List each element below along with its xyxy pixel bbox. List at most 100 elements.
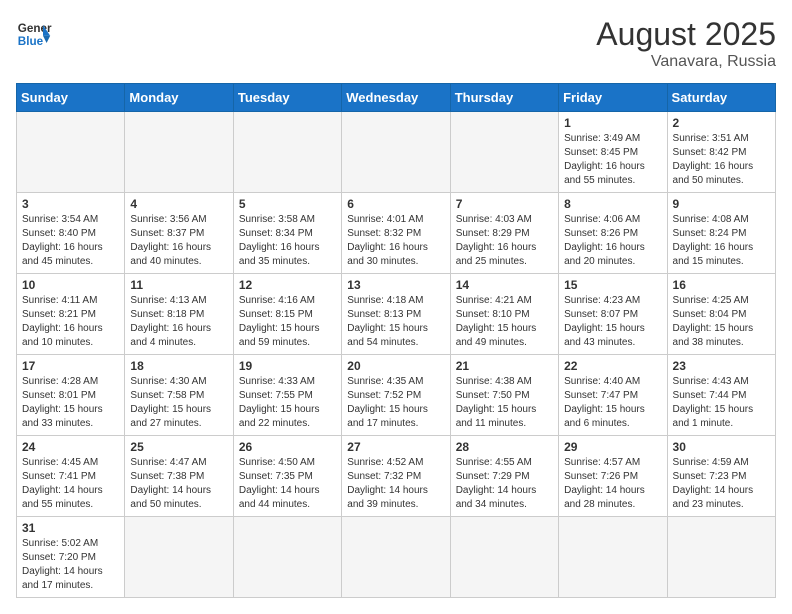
day-info: Sunrise: 3:58 AM Sunset: 8:34 PM Dayligh… bbox=[239, 213, 336, 269]
calendar-cell: 21Sunrise: 4:38 AM Sunset: 7:50 PM Dayli… bbox=[450, 355, 558, 436]
day-info: Sunrise: 4:06 AM Sunset: 8:26 PM Dayligh… bbox=[564, 213, 661, 269]
weekday-header-wednesday: Wednesday bbox=[342, 84, 450, 112]
calendar-cell: 6Sunrise: 4:01 AM Sunset: 8:32 PM Daylig… bbox=[342, 193, 450, 274]
day-info: Sunrise: 4:11 AM Sunset: 8:21 PM Dayligh… bbox=[22, 294, 119, 350]
day-number: 29 bbox=[564, 440, 661, 454]
day-number: 11 bbox=[130, 278, 227, 292]
calendar-title: August 2025 bbox=[596, 16, 776, 53]
logo-icon: General Blue bbox=[16, 16, 52, 52]
calendar-cell bbox=[450, 517, 558, 598]
weekday-header-friday: Friday bbox=[559, 84, 667, 112]
day-number: 14 bbox=[456, 278, 553, 292]
calendar-cell: 7 Sunrise: 4:03 AM Sunset: 8:29 PM Daylig… bbox=[450, 193, 558, 274]
calendar-cell bbox=[125, 517, 233, 598]
calendar-cell: 9 Sunrise: 4:08 AM Sunset: 8:24 PM Daylig… bbox=[667, 193, 775, 274]
day-number: 10 bbox=[22, 278, 119, 292]
day-info: Sunrise: 4:13 AM Sunset: 8:18 PM Dayligh… bbox=[130, 294, 227, 350]
day-number: 8 bbox=[564, 197, 661, 211]
calendar-cell bbox=[342, 112, 450, 193]
day-info: Sunrise: 4:28 AM Sunset: 8:01 PM Dayligh… bbox=[22, 375, 119, 431]
calendar-cell: 27Sunrise: 4:52 AM Sunset: 7:32 PM Dayli… bbox=[342, 436, 450, 517]
week-row-5: 24 Sunrise: 4:45 AM Sunset: 7:41 PM Dayli… bbox=[17, 436, 776, 517]
calendar-cell: 29Sunrise: 4:57 AM Sunset: 7:26 PM Dayli… bbox=[559, 436, 667, 517]
day-info: Sunrise: 4:55 AM Sunset: 7:29 PM Dayligh… bbox=[456, 456, 553, 512]
day-info: Sunrise: 5:02 AM Sunset: 7:20 PM Dayligh… bbox=[22, 537, 119, 593]
weekday-header-saturday: Saturday bbox=[667, 84, 775, 112]
day-info: Sunrise: 4:23 AM Sunset: 8:07 PM Dayligh… bbox=[564, 294, 661, 350]
day-number: 25 bbox=[130, 440, 227, 454]
day-info: Sunrise: 4:59 AM Sunset: 7:23 PM Dayligh… bbox=[673, 456, 770, 512]
calendar-cell bbox=[559, 517, 667, 598]
day-info: Sunrise: 4:33 AM Sunset: 7:55 PM Dayligh… bbox=[239, 375, 336, 431]
calendar-cell bbox=[233, 517, 341, 598]
day-number: 24 bbox=[22, 440, 119, 454]
svg-text:Blue: Blue bbox=[18, 35, 44, 48]
day-info: Sunrise: 3:49 AM Sunset: 8:45 PM Dayligh… bbox=[564, 132, 661, 188]
calendar-cell: 3Sunrise: 3:54 AM Sunset: 8:40 PM Daylig… bbox=[17, 193, 125, 274]
day-number: 17 bbox=[22, 359, 119, 373]
day-number: 5 bbox=[239, 197, 336, 211]
calendar-cell: 19 Sunrise: 4:33 AM Sunset: 7:55 PM Dayli… bbox=[233, 355, 341, 436]
day-number: 31 bbox=[22, 521, 119, 535]
calendar-cell: 1Sunrise: 3:49 AM Sunset: 8:45 PM Daylig… bbox=[559, 112, 667, 193]
calendar-cell: 16 Sunrise: 4:25 AM Sunset: 8:04 PM Dayli… bbox=[667, 274, 775, 355]
calendar-cell: 31 Sunrise: 5:02 AM Sunset: 7:20 PM Dayli… bbox=[17, 517, 125, 598]
day-number: 16 bbox=[673, 278, 770, 292]
header: General Blue August 2025 Vanavara, Russi… bbox=[16, 16, 776, 71]
day-number: 2 bbox=[673, 116, 770, 130]
calendar-cell bbox=[450, 112, 558, 193]
day-number: 19 bbox=[239, 359, 336, 373]
day-info: Sunrise: 3:56 AM Sunset: 8:37 PM Dayligh… bbox=[130, 213, 227, 269]
day-number: 6 bbox=[347, 197, 444, 211]
week-row-3: 10 Sunrise: 4:11 AM Sunset: 8:21 PM Dayli… bbox=[17, 274, 776, 355]
calendar-cell: 25 Sunrise: 4:47 AM Sunset: 7:38 PM Dayli… bbox=[125, 436, 233, 517]
weekday-header-sunday: Sunday bbox=[17, 84, 125, 112]
calendar-cell: 10 Sunrise: 4:11 AM Sunset: 8:21 PM Dayli… bbox=[17, 274, 125, 355]
day-info: Sunrise: 4:21 AM Sunset: 8:10 PM Dayligh… bbox=[456, 294, 553, 350]
calendar-cell: 23 Sunrise: 4:43 AM Sunset: 7:44 PM Dayli… bbox=[667, 355, 775, 436]
calendar-cell: 17 Sunrise: 4:28 AM Sunset: 8:01 PM Dayli… bbox=[17, 355, 125, 436]
calendar-cell: 30Sunrise: 4:59 AM Sunset: 7:23 PM Dayli… bbox=[667, 436, 775, 517]
calendar-cell: 5 Sunrise: 3:58 AM Sunset: 8:34 PM Daylig… bbox=[233, 193, 341, 274]
week-row-4: 17 Sunrise: 4:28 AM Sunset: 8:01 PM Dayli… bbox=[17, 355, 776, 436]
calendar-cell: 4 Sunrise: 3:56 AM Sunset: 8:37 PM Daylig… bbox=[125, 193, 233, 274]
calendar-cell: 18Sunrise: 4:30 AM Sunset: 7:58 PM Dayli… bbox=[125, 355, 233, 436]
calendar-cell: 2Sunrise: 3:51 AM Sunset: 8:42 PM Daylig… bbox=[667, 112, 775, 193]
day-info: Sunrise: 4:25 AM Sunset: 8:04 PM Dayligh… bbox=[673, 294, 770, 350]
day-number: 18 bbox=[130, 359, 227, 373]
week-row-2: 3Sunrise: 3:54 AM Sunset: 8:40 PM Daylig… bbox=[17, 193, 776, 274]
day-info: Sunrise: 4:08 AM Sunset: 8:24 PM Dayligh… bbox=[673, 213, 770, 269]
day-info: Sunrise: 4:47 AM Sunset: 7:38 PM Dayligh… bbox=[130, 456, 227, 512]
weekday-header-row: SundayMondayTuesdayWednesdayThursdayFrid… bbox=[17, 84, 776, 112]
calendar-table: SundayMondayTuesdayWednesdayThursdayFrid… bbox=[16, 83, 776, 598]
day-number: 7 bbox=[456, 197, 553, 211]
day-number: 27 bbox=[347, 440, 444, 454]
day-number: 28 bbox=[456, 440, 553, 454]
day-number: 9 bbox=[673, 197, 770, 211]
day-info: Sunrise: 4:40 AM Sunset: 7:47 PM Dayligh… bbox=[564, 375, 661, 431]
calendar-cell: 15Sunrise: 4:23 AM Sunset: 8:07 PM Dayli… bbox=[559, 274, 667, 355]
logo: General Blue bbox=[16, 16, 52, 52]
calendar-cell: 12 Sunrise: 4:16 AM Sunset: 8:15 PM Dayli… bbox=[233, 274, 341, 355]
day-info: Sunrise: 4:38 AM Sunset: 7:50 PM Dayligh… bbox=[456, 375, 553, 431]
day-info: Sunrise: 4:50 AM Sunset: 7:35 PM Dayligh… bbox=[239, 456, 336, 512]
calendar-cell: 28 Sunrise: 4:55 AM Sunset: 7:29 PM Dayli… bbox=[450, 436, 558, 517]
calendar-cell bbox=[17, 112, 125, 193]
day-info: Sunrise: 4:43 AM Sunset: 7:44 PM Dayligh… bbox=[673, 375, 770, 431]
day-number: 26 bbox=[239, 440, 336, 454]
calendar-cell bbox=[125, 112, 233, 193]
day-info: Sunrise: 4:45 AM Sunset: 7:41 PM Dayligh… bbox=[22, 456, 119, 512]
calendar-cell: 14 Sunrise: 4:21 AM Sunset: 8:10 PM Dayli… bbox=[450, 274, 558, 355]
weekday-header-thursday: Thursday bbox=[450, 84, 558, 112]
calendar-cell: 8 Sunrise: 4:06 AM Sunset: 8:26 PM Daylig… bbox=[559, 193, 667, 274]
week-row-1: 1Sunrise: 3:49 AM Sunset: 8:45 PM Daylig… bbox=[17, 112, 776, 193]
day-number: 23 bbox=[673, 359, 770, 373]
day-number: 4 bbox=[130, 197, 227, 211]
day-info: Sunrise: 4:03 AM Sunset: 8:29 PM Dayligh… bbox=[456, 213, 553, 269]
day-number: 12 bbox=[239, 278, 336, 292]
calendar-cell: 26 Sunrise: 4:50 AM Sunset: 7:35 PM Dayli… bbox=[233, 436, 341, 517]
calendar-cell bbox=[233, 112, 341, 193]
day-number: 20 bbox=[347, 359, 444, 373]
day-info: Sunrise: 4:18 AM Sunset: 8:13 PM Dayligh… bbox=[347, 294, 444, 350]
day-info: Sunrise: 4:16 AM Sunset: 8:15 PM Dayligh… bbox=[239, 294, 336, 350]
